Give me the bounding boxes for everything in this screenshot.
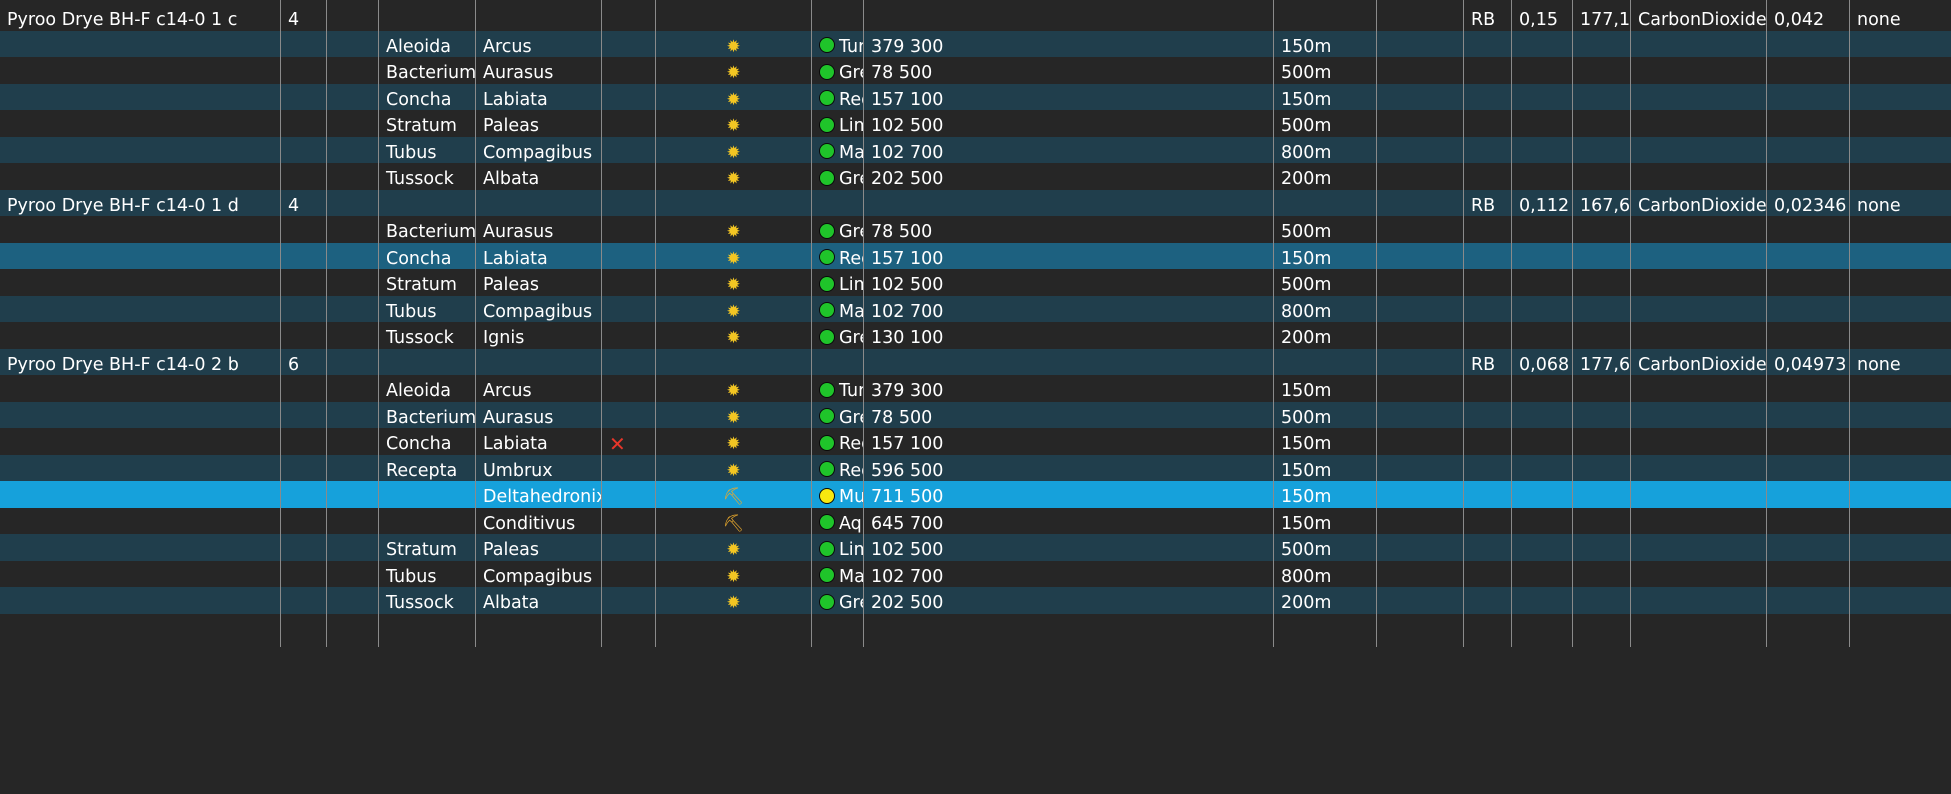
- species-cell: [476, 613, 602, 647]
- value-cell: [864, 613, 1274, 647]
- green-dot-icon: [819, 381, 835, 398]
- variant-label: Green [K]: [839, 593, 863, 613]
- variant-label: Lime [K]: [839, 540, 863, 560]
- green-dot-icon: [819, 275, 835, 292]
- sun-icon: ✹: [726, 407, 741, 428]
- sun-icon: ✹: [726, 89, 741, 110]
- sun-icon: ✹: [726, 301, 741, 322]
- sun-icon: ✹: [726, 36, 741, 57]
- variant-label: Green [K]: [839, 407, 863, 428]
- variant-label: Red [K]: [839, 89, 863, 110]
- green-dot-icon: [819, 90, 835, 106]
- variant-label: Aquamarine [Tc 0,69%]: [839, 513, 863, 534]
- green-dot-icon: [819, 514, 835, 530]
- variant-label: Turquoise [K]: [839, 381, 863, 401]
- sun-icon: ✹: [726, 116, 741, 136]
- sun-icon: ✹: [726, 460, 741, 481]
- green-dot-icon: [819, 328, 835, 345]
- sun-icon: ✹: [726, 222, 741, 242]
- green-dot-icon: [819, 540, 835, 557]
- distance-cell: [1274, 613, 1377, 647]
- green-dot-icon: [819, 302, 835, 318]
- count-cell: [281, 613, 327, 647]
- green-dot-icon: [819, 143, 835, 159]
- sun-icon: ✹: [726, 540, 741, 560]
- sun-icon: ✹: [726, 434, 741, 454]
- variant-label: Mulberry [Nb 1,31%],: [839, 487, 864, 507]
- pickaxe-icon: ⛏: [722, 487, 745, 507]
- atmosphere-type-cell: [1464, 613, 1512, 647]
- sun-icon: ✹: [726, 593, 741, 613]
- variant-label: Green [K]: [839, 222, 863, 242]
- green-dot-icon: [819, 116, 835, 133]
- sun-icon: ✹: [726, 142, 741, 163]
- sun-icon: ✹: [726, 275, 741, 295]
- variant-label: Maroon [K]: [839, 566, 864, 587]
- variant-label: Maroon [K]: [839, 142, 864, 163]
- volcanism-cell: [1850, 614, 1951, 647]
- c10-cell: [1377, 613, 1464, 647]
- flag-cell: [602, 613, 656, 647]
- green-dot-icon: [819, 593, 835, 610]
- pressure-cell: [1767, 613, 1850, 647]
- yellow-dot-icon: [819, 487, 835, 504]
- gravity-cell: [1512, 613, 1573, 647]
- green-dot-icon: [819, 408, 835, 424]
- green-dot-icon: [819, 169, 835, 186]
- green-dot-icon: [819, 434, 835, 451]
- variant-label: Green [K]: [839, 169, 863, 189]
- c2-cell: [327, 613, 379, 647]
- biology-scan-table[interactable]: Pyroo Drye BH-F c14-0 1 c 4 RB 0,15 177,1 Car…: [0, 0, 1951, 794]
- pickaxe-icon: ⛏: [722, 513, 745, 534]
- sun-icon: ✹: [726, 381, 741, 401]
- green-dot-icon: [819, 249, 835, 265]
- remove-icon[interactable]: ✕: [609, 432, 626, 456]
- temperature-cell: [1573, 613, 1631, 647]
- variant-label: Lime [K]: [839, 116, 863, 136]
- variants-cell: [812, 613, 864, 647]
- green-dot-icon: [819, 63, 835, 80]
- green-dot-icon: [819, 567, 835, 583]
- variant-label: Red [K]: [839, 248, 863, 269]
- genus-cell: [379, 613, 476, 647]
- atmosphere-cell: [1631, 613, 1767, 647]
- green-dot-icon: [819, 461, 835, 477]
- green-dot-icon: [819, 222, 835, 239]
- variant-label: Red [K]: [839, 434, 863, 454]
- green-dot-icon: [819, 37, 835, 53]
- c6-cell: [656, 613, 812, 647]
- variant-label: Red [K]: [839, 460, 863, 481]
- sun-icon: ✹: [726, 63, 741, 83]
- variant-label: Maroon [K]: [839, 301, 864, 322]
- variant-label: Green [K]: [839, 328, 863, 348]
- sun-icon: ✹: [726, 169, 741, 189]
- sun-icon: ✹: [726, 566, 741, 587]
- sun-icon: ✹: [726, 328, 741, 348]
- variant-label: Turquoise [K]: [839, 36, 863, 57]
- body-cell: [0, 613, 281, 647]
- variant-label: Lime [K]: [839, 275, 863, 295]
- sun-icon: ✹: [726, 248, 741, 269]
- table-row[interactable]: [0, 613, 1951, 647]
- variant-label: Green [K]: [839, 63, 863, 83]
